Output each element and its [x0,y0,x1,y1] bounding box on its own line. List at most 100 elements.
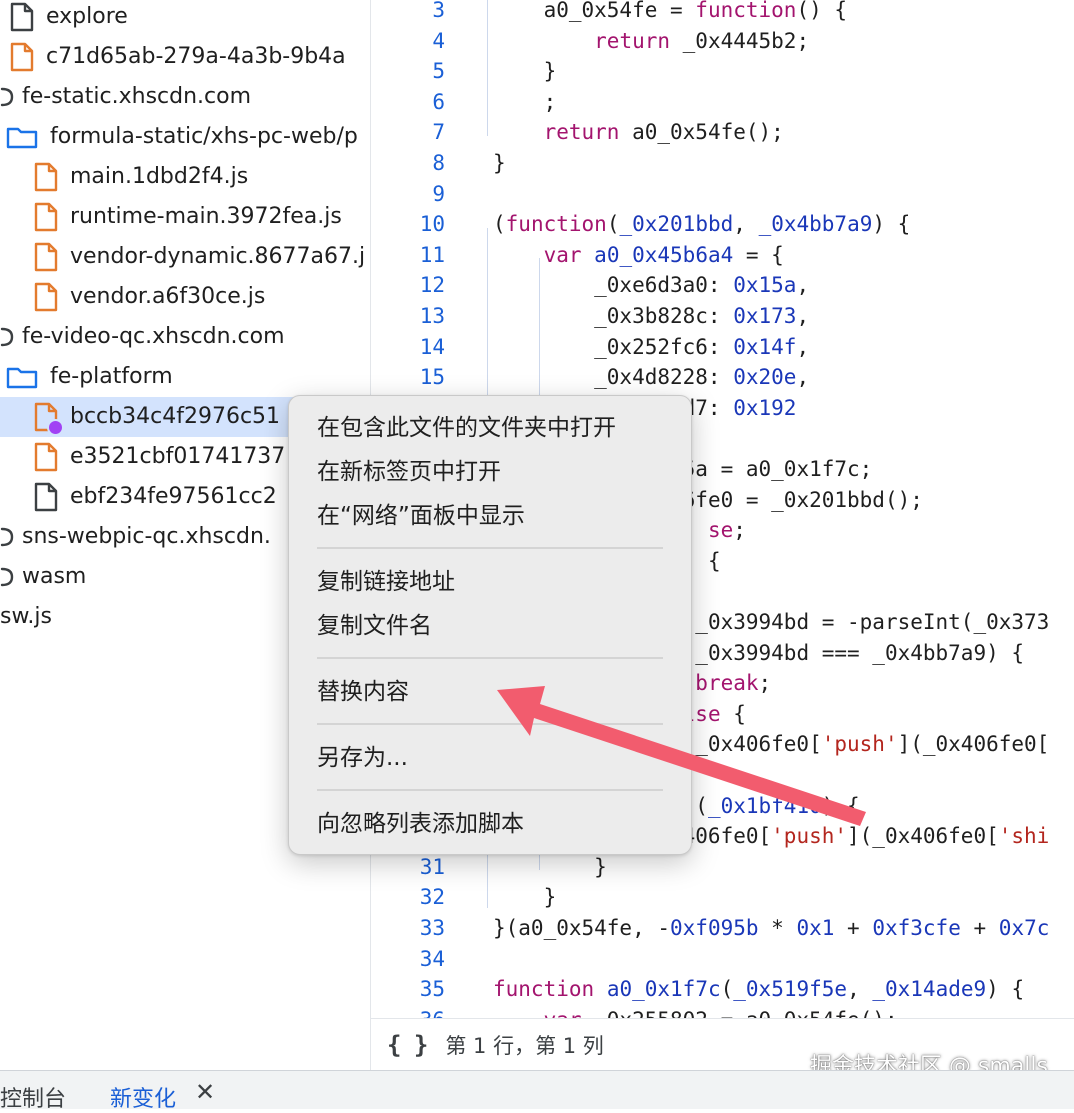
tab-console[interactable]: 控制台 [0,1081,66,1113]
line-number[interactable]: 6 [371,87,445,118]
code-token: } [493,885,557,910]
code-line[interactable]: 3 a0_0x54fe = function() { [371,0,1074,26]
pretty-print-icon[interactable]: { } [387,1031,428,1059]
code-token: 0x192 [733,395,797,420]
code-line[interactable]: 35 function a0_0x1f7c(_0x519f5e, _0x14ade… [371,974,1074,1005]
code-token: ) { [872,212,911,237]
tab-changes[interactable]: 新变化 [110,1081,176,1113]
code-token: + [960,916,999,940]
code-token: ( [606,212,620,237]
menu-item-reveal-in-network-panel[interactable]: 在“网络”面板中显示 [317,501,525,531]
line-number[interactable]: 4 [371,26,445,57]
code-line[interactable]: 12 _0xe6d3a0: 0x15a, [371,270,1074,301]
line-number[interactable]: 12 [371,270,445,301]
code-token: , [847,977,873,1002]
code-token: break [695,671,759,696]
tree-item-label: wasm [22,564,87,589]
menu-item-copy-file-name[interactable]: 复制文件名 [317,611,432,641]
line-number[interactable]: 34 [371,944,445,975]
tree-item[interactable]: fe-video-qc.xhscdn.com [0,317,370,357]
line-number[interactable]: 11 [371,240,445,271]
file-icon [34,282,58,312]
tree-item-label: runtime-main.3972fea.js [70,204,342,229]
tree-item[interactable]: fe-static.xhscdn.com [0,77,370,117]
code-token: 'push' [821,732,898,757]
code-token: } [493,854,607,879]
code-token: , [796,365,810,390]
file-icon [34,242,58,272]
tree-item[interactable]: explore [0,0,370,37]
menu-separator [317,547,663,549]
code-text: } [493,882,557,913]
code-token: 0x14f [733,334,797,359]
tree-item[interactable]: main.1dbd2f4.js [0,157,370,197]
code-token: ( [720,977,734,1002]
menu-item-open-in-containing-folder[interactable]: 在包含此文件的文件夹中打开 [317,413,616,443]
code-token: * [758,916,797,940]
line-number[interactable]: 10 [371,209,445,240]
menu-item-save-as[interactable]: 另存为... [317,743,408,773]
line-number[interactable]: 7 [371,117,445,148]
line-number[interactable]: 5 [371,56,445,87]
code-text: a0_0x54fe = function() { [493,0,847,26]
code-line[interactable]: 9 [371,179,1074,210]
menu-item-override-content[interactable]: 替换内容 [317,677,409,707]
code-line[interactable]: 4 return _0x4445b2; [371,26,1074,57]
code-line[interactable]: 13 _0x3b828c: 0x173, [371,301,1074,332]
code-token: } [493,59,557,84]
tree-item[interactable]: runtime-main.3972fea.js [0,197,370,237]
line-number[interactable]: 31 [371,852,445,883]
menu-item-open-in-new-tab[interactable]: 在新标签页中打开 [317,457,501,487]
line-number[interactable]: 3 [371,0,445,26]
line-number[interactable]: 35 [371,974,445,1005]
code-token: 0x1 [796,916,835,940]
menu-separator [317,657,663,659]
close-icon[interactable]: ✕ [195,1078,215,1106]
code-line[interactable]: 32 } [371,882,1074,913]
code-line[interactable]: 7 return a0_0x54fe(); [371,117,1074,148]
line-number[interactable]: 15 [371,362,445,393]
code-text: _0x4d8228: 0x20e, [493,362,809,393]
tree-item[interactable]: formula-static/xhs-pc-web/p [0,117,370,157]
code-text: return a0_0x54fe(); [493,117,784,148]
file-icon [34,442,58,472]
file-icon [10,42,34,72]
line-number[interactable]: 9 [371,179,445,210]
menu-item-add-to-ignore-list[interactable]: 向忽略列表添加脚本 [317,809,524,839]
code-token: ( [493,212,506,237]
code-line[interactable]: 5 } [371,56,1074,87]
menu-separator [317,723,663,725]
tree-item[interactable]: vendor-dynamic.8677a67.j [0,237,370,277]
line-number[interactable]: 33 [371,913,445,944]
line-number[interactable]: 14 [371,332,445,363]
code-token: function [493,977,595,1002]
code-line[interactable]: 11 var a0_0x45b6a4 = { [371,240,1074,271]
folder-icon [6,365,38,389]
code-text: function a0_0x1f7c(_0x519f5e, _0x14ade9)… [493,974,1024,1005]
code-token: _0x255802 = a0_0x54fe(); [582,1008,897,1018]
line-number[interactable]: 32 [371,882,445,913]
code-text: _0xe6d3a0: 0x15a, [493,270,809,301]
code-line[interactable]: 34 [371,944,1074,975]
code-line[interactable]: 15 _0x4d8228: 0x20e, [371,362,1074,393]
line-number[interactable]: 8 [371,148,445,179]
tree-item[interactable]: vendor.a6f30ce.js [0,277,370,317]
menu-item-copy-link-address[interactable]: 复制链接地址 [317,567,455,597]
code-line[interactable]: 31 } [371,852,1074,883]
code-line[interactable]: 10 (function(_0x201bbd, _0x4bb7a9) { [371,209,1074,240]
code-token: _0x252fc6: [493,334,734,359]
code-token: ](_0x406fe0[ [897,732,1050,757]
line-number[interactable]: 36 [371,1005,445,1018]
code-line[interactable]: 8} [371,148,1074,179]
line-number[interactable]: 13 [371,301,445,332]
code-line[interactable]: 36 var _0x255802 = a0_0x54fe(); [371,1005,1074,1018]
tree-item[interactable]: c71d65ab-279a-4a3b-9b4a [0,37,370,77]
code-line[interactable]: 14 _0x252fc6: 0x14f, [371,332,1074,363]
code-line[interactable]: 33}(a0_0x54fe, -0xf095b * 0x1 + 0xf3cfe … [371,913,1074,944]
tree-item[interactable]: fe-platform [0,357,370,397]
code-line[interactable]: 6 ; [371,87,1074,118]
